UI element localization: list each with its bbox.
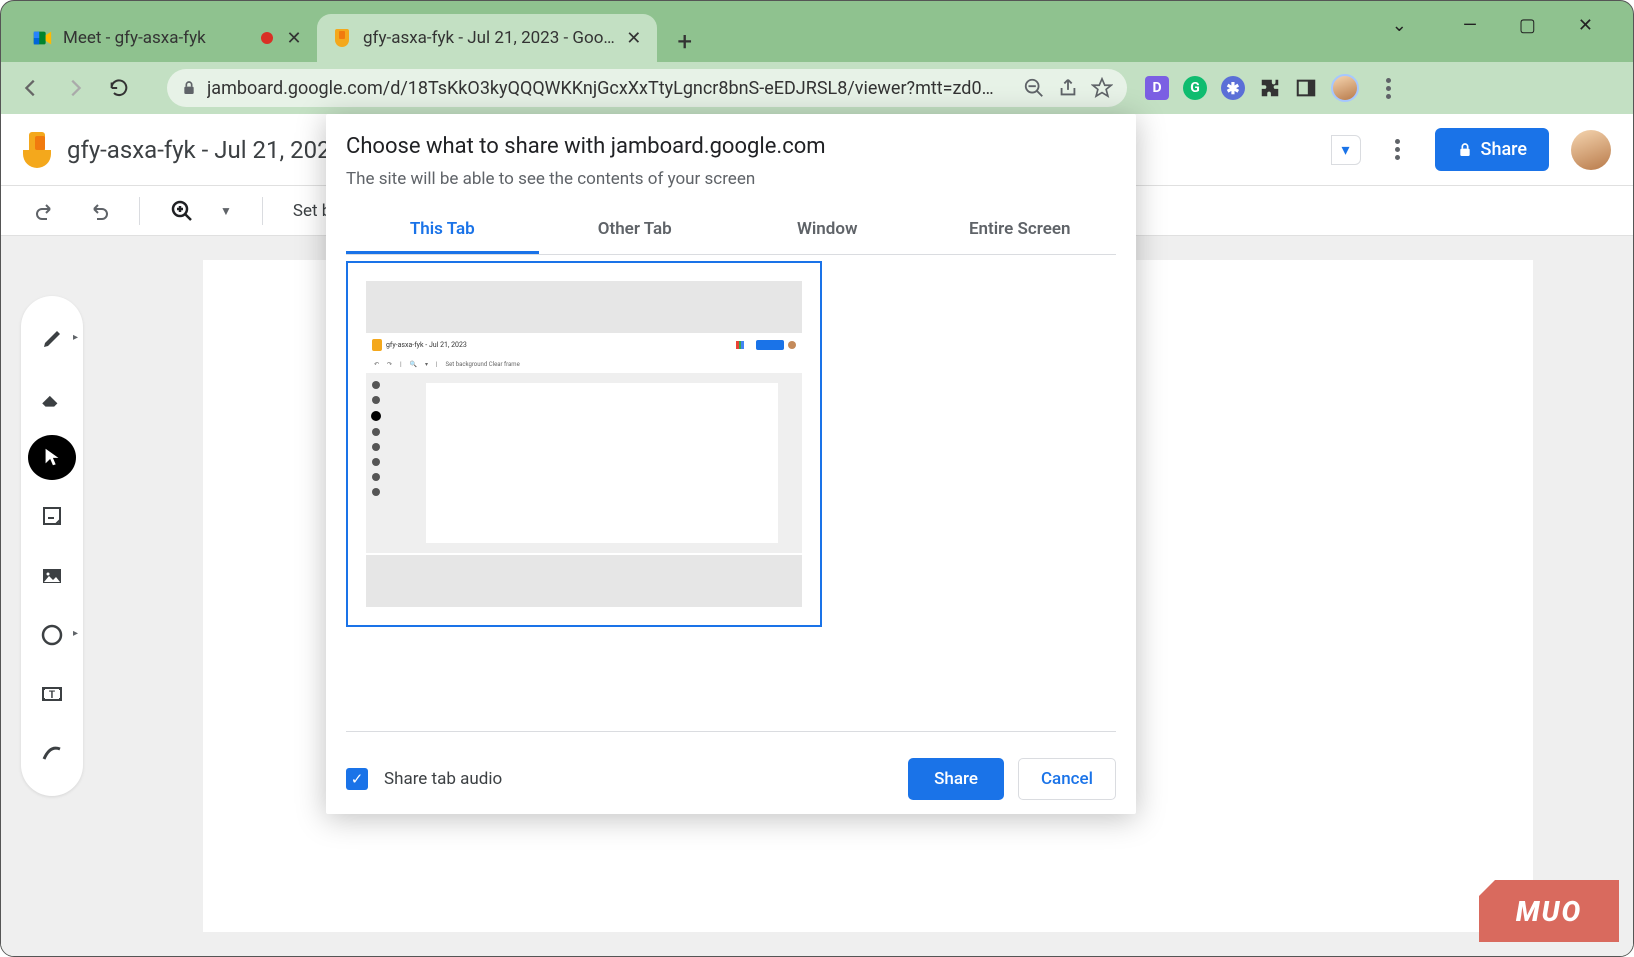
tab-window[interactable]: Window (731, 207, 924, 254)
tab-entire-screen[interactable]: Entire Screen (924, 207, 1117, 254)
pen-tool-icon[interactable]: ▸ (28, 316, 76, 361)
preview-top-bar (366, 281, 802, 333)
bookmark-star-icon[interactable] (1091, 77, 1113, 99)
muo-watermark: MUO (1479, 880, 1619, 942)
jamboard-favicon-icon (331, 27, 353, 49)
text-box-tool-icon[interactable]: T (28, 672, 76, 717)
ext-loom-icon[interactable]: ✱ (1221, 76, 1245, 100)
tab-jamboard[interactable]: gfy-asxa-fyk - Jul 21, 2023 - Goo… ✕ (317, 14, 657, 62)
window-controls: ⌄ — ▢ ✕ (1392, 1, 1633, 49)
image-tool-icon[interactable] (28, 553, 76, 598)
url-text: jamboard.google.com/d/18TsKkO3kyQQQWKKnj… (207, 78, 994, 99)
share-button[interactable]: Share (1435, 128, 1549, 171)
jam-title[interactable]: gfy-asxa-fyk - Jul 21, 202 (67, 136, 331, 164)
meet-favicon-icon (31, 27, 53, 49)
preview-body (366, 373, 802, 553)
lock-icon[interactable] (181, 79, 197, 97)
redo-icon[interactable] (85, 199, 109, 223)
laser-tool-icon[interactable] (28, 731, 76, 776)
preview-area: gfy-asxa-fyk - Jul 21, 2023 ↶↷|🔍▾| Set b… (346, 255, 1116, 732)
tab-other-tab[interactable]: Other Tab (539, 207, 732, 254)
circle-tool-icon[interactable]: ▸ (28, 612, 76, 657)
tab-title: Meet - gfy-asxa-fyk (63, 28, 251, 48)
frame-dropdown-icon[interactable]: ▾ (1331, 135, 1361, 165)
undo-icon[interactable] (35, 199, 59, 223)
nav-reload-icon[interactable] (99, 68, 139, 108)
tab-strip: Meet - gfy-asxa-fyk ✕ gfy-asxa-fyk - Jul… (1, 1, 1633, 62)
addr-actions (1023, 77, 1113, 99)
profile-avatar-icon[interactable] (1331, 74, 1359, 102)
preview-share-button (756, 340, 784, 350)
zoom-icon[interactable] (1023, 77, 1045, 99)
dialog-subtitle: The site will be able to see the content… (346, 169, 1116, 189)
extensions-puzzle-icon[interactable] (1259, 77, 1281, 99)
share-label: Share (1481, 139, 1527, 160)
preview-bottom-bar (366, 555, 802, 607)
svg-text:T: T (49, 690, 55, 701)
nav-back-icon[interactable] (11, 68, 51, 108)
side-panel-icon[interactable] (1295, 77, 1317, 99)
user-avatar-icon[interactable] (1571, 130, 1611, 170)
jam-menu-icon[interactable] (1383, 139, 1413, 160)
nav-forward-icon[interactable] (55, 68, 95, 108)
dialog-tabs: This Tab Other Tab Window Entire Screen (346, 207, 1116, 255)
ext-grammarly-icon[interactable]: G (1183, 76, 1207, 100)
side-toolbar: ▸ ▸ T (21, 296, 83, 796)
preview-toolbar: ↶↷|🔍▾| Set background Clear frame (366, 357, 802, 371)
lock-icon (1457, 142, 1473, 158)
address-row: jamboard.google.com/d/18TsKkO3kyQQQWKKnj… (1, 62, 1633, 114)
preview-card[interactable]: gfy-asxa-fyk - Jul 21, 2023 ↶↷|🔍▾| Set b… (346, 261, 822, 627)
dialog-cancel-button[interactable]: Cancel (1018, 758, 1116, 800)
tab-close-icon[interactable]: ✕ (625, 29, 643, 47)
address-bar[interactable]: jamboard.google.com/d/18TsKkO3kyQQQWKKnj… (167, 69, 1127, 107)
zoom-tool-icon[interactable] (170, 199, 194, 223)
minimize-icon[interactable]: — (1463, 15, 1477, 36)
preview-toolbar-text: Set background Clear frame (446, 361, 520, 368)
sticky-note-tool-icon[interactable] (28, 494, 76, 539)
dialog-title: Choose what to share with jamboard.googl… (346, 134, 1116, 159)
browser-menu-icon[interactable] (1373, 78, 1403, 99)
tab-this-tab[interactable]: This Tab (346, 207, 539, 254)
new-tab-button[interactable]: + (665, 22, 705, 62)
select-tool-icon[interactable] (28, 435, 76, 480)
preview-logo-icon (372, 339, 382, 351)
tab-title: gfy-asxa-fyk - Jul 21, 2023 - Goo… (363, 28, 615, 48)
tab-close-icon[interactable]: ✕ (285, 29, 303, 47)
recording-icon (261, 32, 273, 44)
maximize-icon[interactable]: ▢ (1519, 15, 1536, 36)
share-audio-checkbox[interactable]: ✓ (346, 768, 368, 790)
tab-meet[interactable]: Meet - gfy-asxa-fyk ✕ (17, 14, 317, 62)
jamboard-logo-icon[interactable] (23, 132, 53, 168)
window-chevron-icon[interactable]: ⌄ (1392, 15, 1421, 36)
preview-title: gfy-asxa-fyk - Jul 21, 2023 (386, 341, 732, 349)
ext-d-icon[interactable]: D (1145, 76, 1169, 100)
preview-avatar-icon (788, 341, 796, 349)
preview-header: gfy-asxa-fyk - Jul 21, 2023 (366, 335, 802, 355)
browser-window: ⌄ — ▢ ✕ Meet - gfy-asxa-fyk ✕ gfy-asxa-f… (0, 0, 1634, 957)
dialog-footer: ✓ Share tab audio Share Cancel (346, 732, 1116, 800)
dialog-share-button[interactable]: Share (908, 758, 1004, 800)
eraser-tool-icon[interactable] (28, 375, 76, 420)
zoom-dropdown-icon[interactable]: ▼ (220, 204, 232, 218)
extensions-row: D G ✱ (1145, 74, 1403, 102)
close-icon[interactable]: ✕ (1578, 15, 1593, 36)
share-dialog: Choose what to share with jamboard.googl… (326, 114, 1136, 814)
share-page-icon[interactable] (1057, 77, 1079, 99)
share-audio-label: Share tab audio (384, 769, 502, 789)
